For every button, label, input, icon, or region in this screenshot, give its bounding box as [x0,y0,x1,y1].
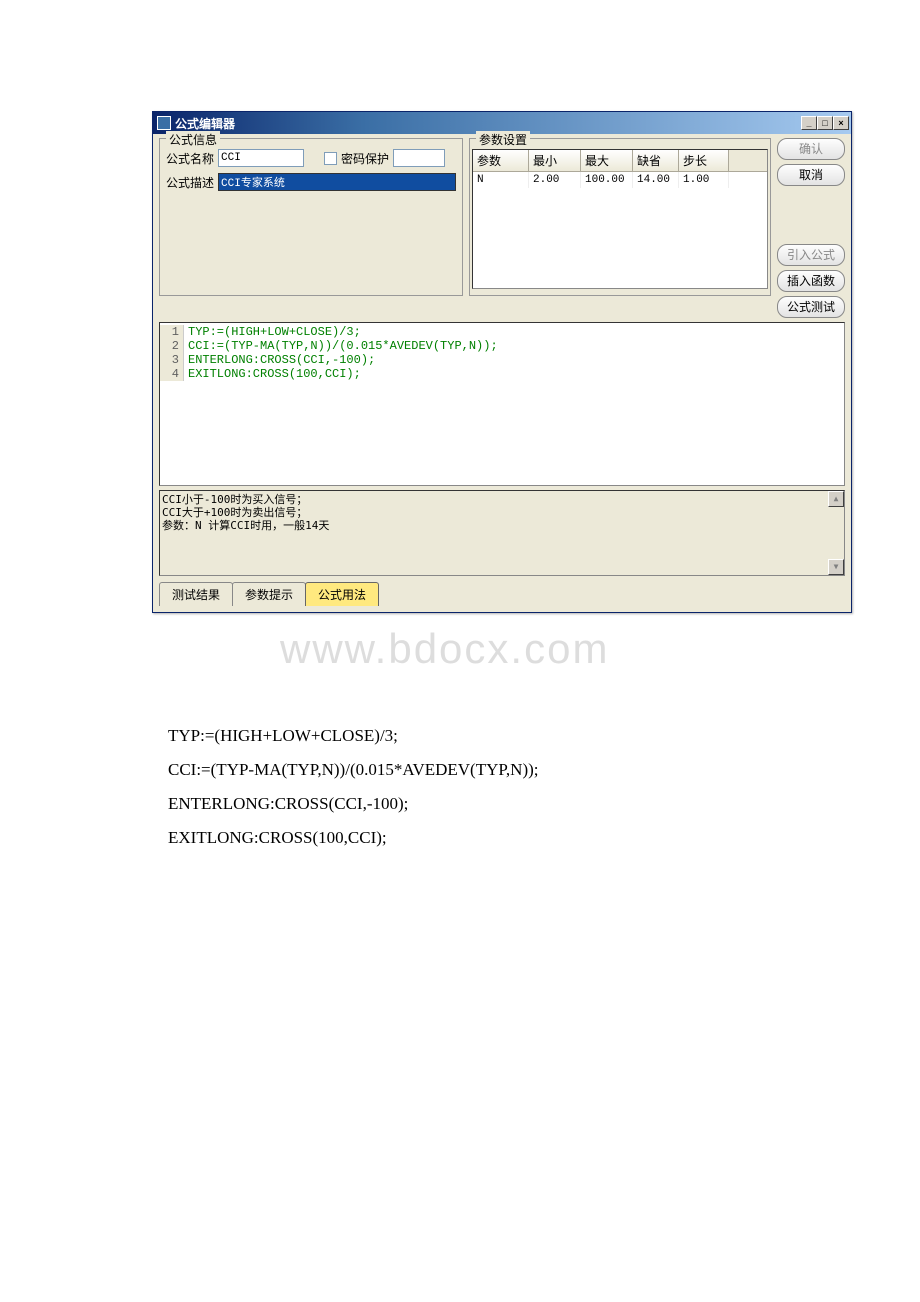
tab-param-hint[interactable]: 参数提示 [232,582,306,606]
cell-step[interactable]: 1.00 [679,172,729,188]
code-line: 3 ENTERLONG:CROSS(CCI,-100); [160,353,844,367]
col-head-max[interactable]: 最大 [581,150,633,171]
code-line: 2 CCI:=(TYP-MA(TYP,N))/(0.015*AVEDEV(TYP… [160,339,844,353]
param-table[interactable]: 参数 最小 最大 缺省 步长 N 2.00 100.00 14.00 1.00 [472,149,768,289]
notes-text: CCI小于-100时为买入信号； CCI大于+100时为卖出信号； 参数：N 计… [162,493,329,532]
formula-info-legend: 公式信息 [166,131,220,148]
formula-info-group: 公式信息 公式名称 密码保护 公式描述 [159,138,463,296]
scroll-up-icon[interactable]: ▲ [828,491,844,507]
cell-max[interactable]: 100.00 [581,172,633,188]
document-code-text: TYP:=(HIGH+LOW+CLOSE)/3; CCI:=(TYP-MA(TY… [168,720,539,856]
param-set-group: 参数设置 参数 最小 最大 缺省 步长 N 2.00 100.00 14.00 [469,138,771,296]
tabs: 测试结果 参数提示 公式用法 [159,582,845,606]
maximize-button[interactable]: □ [817,116,833,130]
password-input[interactable] [393,149,445,167]
insert-function-button[interactable]: 插入函数 [777,270,845,292]
close-button[interactable]: × [833,116,849,130]
app-icon [157,116,171,130]
formula-test-button[interactable]: 公式测试 [777,296,845,318]
window-title: 公式编辑器 [175,115,801,132]
notes-area[interactable]: CCI小于-100时为买入信号； CCI大于+100时为卖出信号； 参数：N 计… [159,490,845,576]
cell-min[interactable]: 2.00 [529,172,581,188]
ok-button[interactable]: 确认 [777,138,845,160]
col-head-min[interactable]: 最小 [529,150,581,171]
minimize-button[interactable]: _ [801,116,817,130]
table-row[interactable]: N 2.00 100.00 14.00 1.00 [473,172,767,188]
cell-def[interactable]: 14.00 [633,172,679,188]
col-head-name[interactable]: 参数 [473,150,529,171]
doc-line: ENTERLONG:CROSS(CCI,-100); [168,788,539,820]
tab-test-result[interactable]: 测试结果 [159,582,233,606]
import-formula-button[interactable]: 引入公式 [777,244,845,266]
doc-line: TYP:=(HIGH+LOW+CLOSE)/3; [168,720,539,752]
password-label: 密码保护 [341,150,389,167]
password-checkbox[interactable] [324,152,337,165]
formula-editor-window: 公式编辑器 _ □ × 公式信息 公式名称 密码保护 公式描述 [152,111,852,613]
name-label: 公式名称 [166,150,214,167]
button-column: 确认 取消 引入公式 插入函数 公式测试 [777,138,845,318]
code-line: 4 EXITLONG:CROSS(100,CCI); [160,367,844,381]
scroll-down-icon[interactable]: ▼ [828,559,844,575]
tab-formula-usage[interactable]: 公式用法 [305,582,379,606]
doc-line: EXITLONG:CROSS(100,CCI); [168,822,539,854]
code-editor[interactable]: 1 TYP:=(HIGH+LOW+CLOSE)/3; 2 CCI:=(TYP-M… [159,322,845,486]
cancel-button[interactable]: 取消 [777,164,845,186]
param-header: 参数 最小 最大 缺省 步长 [473,150,767,172]
col-head-step[interactable]: 步长 [679,150,729,171]
doc-line: CCI:=(TYP-MA(TYP,N))/(0.015*AVEDEV(TYP,N… [168,754,539,786]
formula-name-input[interactable] [218,149,304,167]
formula-desc-input[interactable] [218,173,456,191]
desc-label: 公式描述 [166,174,214,191]
param-set-legend: 参数设置 [476,131,530,148]
watermark-text: www.bdocx.com [280,625,609,673]
code-line: 1 TYP:=(HIGH+LOW+CLOSE)/3; [160,325,844,339]
col-head-def[interactable]: 缺省 [633,150,679,171]
cell-name[interactable]: N [473,172,529,188]
